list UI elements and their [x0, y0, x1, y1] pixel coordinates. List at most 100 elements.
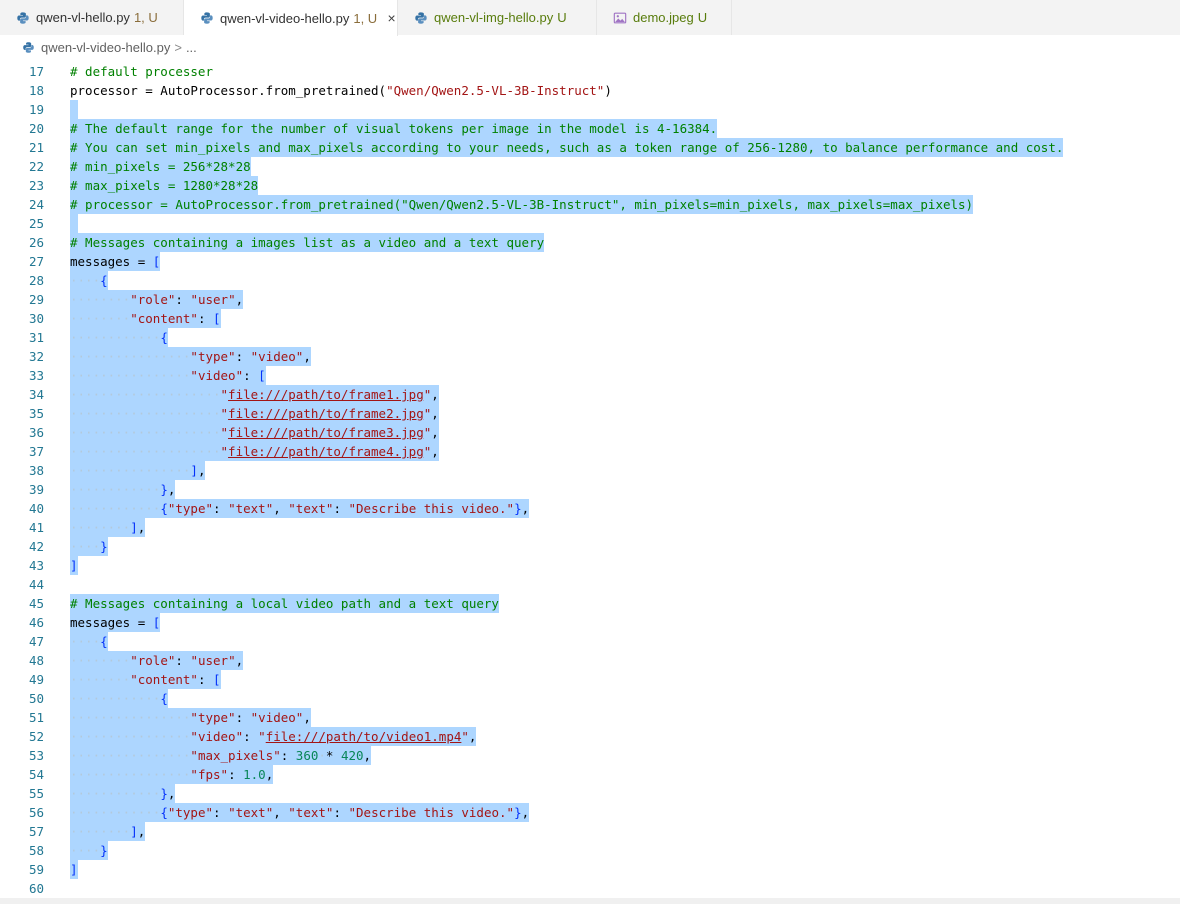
- line-number: 54: [28, 767, 44, 782]
- tab-qwen-vl-hello-py[interactable]: qwen-vl-hello.py 1, U: [0, 0, 184, 35]
- code-line: 39 ············},: [0, 480, 1180, 499]
- code-line: 34 ····················"file:///path/to/f…: [0, 385, 1180, 404]
- line-number: 36: [28, 425, 44, 440]
- tab-qwen-vl-video-hello-py[interactable]: qwen-vl-video-hello.py 1, U ×: [184, 0, 398, 36]
- tab-bar: qwen-vl-hello.py 1, Uqwen-vl-video-hello.…: [0, 0, 1180, 36]
- line-number: 17: [28, 64, 44, 79]
- code-text: ····················"file:///path/to/fra…: [70, 385, 439, 404]
- code-line: 43]: [0, 556, 1180, 575]
- line-number: 22: [28, 159, 44, 174]
- code-line: 48 ········"role": "user",: [0, 651, 1180, 670]
- code-text: ····················"file:///path/to/fra…: [70, 404, 439, 423]
- line-number: 59: [28, 862, 44, 877]
- line-number: 27: [28, 254, 44, 269]
- python-file-icon: [201, 12, 213, 24]
- code-line: 37 ····················"file:///path/to/f…: [0, 442, 1180, 461]
- code-line: 51 ················"type": "video",: [0, 708, 1180, 727]
- code-text: messages = [: [70, 613, 161, 632]
- code-line: 57 ········],: [0, 822, 1180, 841]
- horizontal-scrollbar[interactable]: [0, 898, 1180, 904]
- breadcrumb-more[interactable]: ...: [186, 40, 197, 55]
- code-line: 42 ····}: [0, 537, 1180, 556]
- line-number: 44: [28, 577, 44, 592]
- code-line: 55 ············},: [0, 784, 1180, 803]
- code-text: # The default range for the number of vi…: [70, 119, 718, 138]
- code-text: # min_pixels = 256*28*28: [70, 157, 251, 176]
- code-line: 59]: [0, 860, 1180, 879]
- code-text: ············},: [70, 784, 176, 803]
- code-text: # Messages containing a images list as a…: [70, 233, 545, 252]
- code-text: ············{"type": "text", "text": "De…: [70, 803, 530, 822]
- code-text: # max_pixels = 1280*28*28: [70, 176, 259, 195]
- code-text: # default processer: [70, 64, 213, 79]
- code-line: 44: [0, 575, 1180, 594]
- code-line: 19: [0, 100, 1180, 119]
- code-text: ············{: [70, 328, 168, 347]
- line-number: 24: [28, 197, 44, 212]
- code-line: 35 ····················"file:///path/to/f…: [0, 404, 1180, 423]
- close-icon[interactable]: ×: [386, 10, 397, 26]
- image-file-icon: [613, 12, 627, 23]
- code-text: ················],: [70, 461, 206, 480]
- code-line: 25: [0, 214, 1180, 233]
- code-line: 50 ············{: [0, 689, 1180, 708]
- code-line: 17 # default processer: [0, 62, 1180, 81]
- code-line: 40 ············{"type": "text", "text": "…: [0, 499, 1180, 518]
- code-text: ········"role": "user",: [70, 651, 244, 670]
- line-number: 29: [28, 292, 44, 307]
- code-text: ]: [70, 556, 78, 575]
- code-text: ····{: [70, 271, 108, 290]
- code-text: ········"role": "user",: [70, 290, 244, 309]
- code-line: 36 ····················"file:///path/to/f…: [0, 423, 1180, 442]
- code-text: ····················"file:///path/to/fra…: [70, 423, 439, 442]
- code-line: 56 ············{"type": "text", "text": "…: [0, 803, 1180, 822]
- line-number: 21: [28, 140, 44, 155]
- code-line: 26 # Messages containing a images list as…: [0, 233, 1180, 252]
- line-number: 34: [28, 387, 44, 402]
- code-text: ············},: [70, 480, 176, 499]
- code-line: 38 ················],: [0, 461, 1180, 480]
- code-line: 27 messages = [: [0, 252, 1180, 271]
- tab-qwen-vl-img-hello-py[interactable]: qwen-vl-img-hello.py U: [398, 0, 597, 35]
- line-number: 30: [28, 311, 44, 326]
- code-line: 49 ········"content": [: [0, 670, 1180, 689]
- code-line: 41 ········],: [0, 518, 1180, 537]
- tab-status-badge: U: [557, 10, 567, 25]
- tab-demo-jpeg[interactable]: demo.jpeg U: [597, 0, 732, 35]
- breadcrumb-file[interactable]: qwen-vl-video-hello.py: [41, 40, 170, 55]
- code-line: 54 ················"fps": 1.0,: [0, 765, 1180, 784]
- tab-status-badge: 1, U: [133, 10, 158, 25]
- code-editor[interactable]: 17 # default processer 18 processor = AutoP…: [0, 62, 1180, 898]
- python-file-icon: [415, 11, 427, 24]
- breadcrumb-separator: >: [174, 39, 182, 55]
- code-text: ················"video": [: [70, 366, 266, 385]
- code-line: 52 ················"video": "file:///path…: [0, 727, 1180, 746]
- line-number: 33: [28, 368, 44, 383]
- code-text: # You can set min_pixels and max_pixels …: [70, 138, 1064, 157]
- line-number: 58: [28, 843, 44, 858]
- line-number: 23: [28, 178, 44, 193]
- code-text: processor = AutoProcessor.from_pretraine…: [70, 83, 612, 98]
- code-line: 30 ········"content": [: [0, 309, 1180, 328]
- line-number: 50: [28, 691, 44, 706]
- code-line: 58 ····}: [0, 841, 1180, 860]
- breadcrumb: qwen-vl-video-hello.py > ...: [0, 36, 1180, 58]
- line-number: 26: [28, 235, 44, 250]
- line-number: 43: [28, 558, 44, 573]
- code-line: 32 ················"type": "video",: [0, 347, 1180, 366]
- code-text: ········"content": [: [70, 309, 221, 328]
- line-number: 56: [28, 805, 44, 820]
- code-text: ····}: [70, 537, 108, 556]
- code-line: 47 ····{: [0, 632, 1180, 651]
- line-number: 45: [28, 596, 44, 611]
- code-text: ············{: [70, 689, 168, 708]
- code-line: 21 # You can set min_pixels and max_pixel…: [0, 138, 1180, 157]
- line-number: 60: [28, 881, 44, 896]
- code-line: 53 ················"max_pixels": 360·* 42…: [0, 746, 1180, 765]
- line-number: 53: [28, 748, 44, 763]
- line-number: 42: [28, 539, 44, 554]
- code-line: 45 # Messages containing a local video pa…: [0, 594, 1180, 613]
- code-text: ············{"type": "text", "text": "De…: [70, 499, 530, 518]
- code-text: ····}: [70, 841, 108, 860]
